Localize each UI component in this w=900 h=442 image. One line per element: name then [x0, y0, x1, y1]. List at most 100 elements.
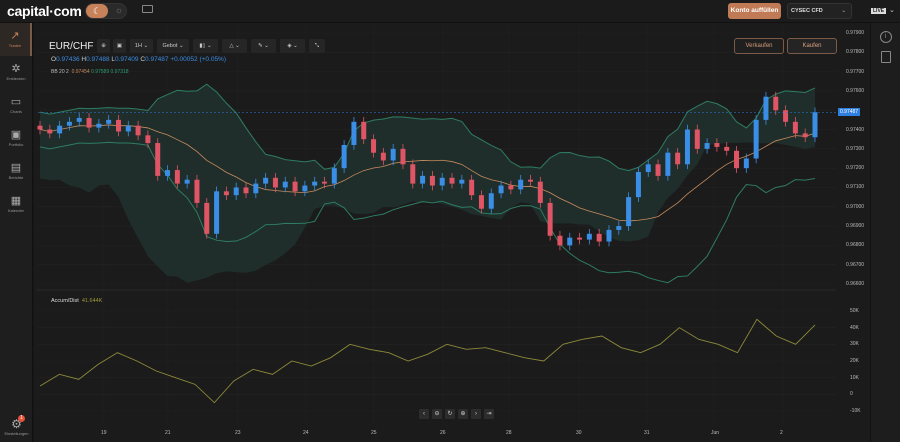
- zoom-out-button[interactable]: ⊖: [432, 409, 442, 419]
- candle-body: [665, 152, 671, 176]
- refresh-icon: ↻: [447, 411, 453, 417]
- skip-end-icon: ⇥: [486, 411, 492, 417]
- candle-body: [272, 177, 278, 188]
- ad-axis-label: 0: [850, 391, 853, 398]
- candle-body: [763, 96, 769, 120]
- chevron-left-icon: ‹: [423, 411, 425, 417]
- candle-body: [214, 191, 220, 234]
- scroll-right-button[interactable]: ›: [471, 409, 481, 419]
- candle-body: [96, 123, 102, 128]
- candle-body: [596, 233, 602, 242]
- layers-select[interactable]: ◈ ⌄: [280, 39, 305, 53]
- candle-body: [361, 121, 367, 140]
- candle-body: [753, 119, 759, 159]
- ohlc-legend: O0.97436 H0.97488 L0.97409 C0.97487 +0.0…: [51, 56, 226, 63]
- chart-settings-button[interactable]: ▣: [113, 39, 126, 53]
- monitor-icon: ▣: [116, 43, 123, 49]
- candle-body: [371, 139, 377, 153]
- price-axis-label: 0.97300: [846, 145, 865, 152]
- price-type-select[interactable]: Gebot ⌄: [157, 39, 189, 53]
- ad-axis-label: 50K: [850, 308, 859, 314]
- price-axis-label: 0.97700: [846, 68, 865, 75]
- bb-fill: [40, 84, 815, 283]
- candle-body: [616, 226, 622, 230]
- scroll-left-button[interactable]: ‹: [419, 409, 429, 419]
- candle-body: [429, 175, 435, 186]
- candle-body: [194, 179, 200, 203]
- candle-body: [302, 185, 308, 192]
- candle-body: [655, 164, 661, 176]
- indicators-select[interactable]: △ ⌄: [222, 39, 247, 53]
- candle-body: [400, 148, 406, 165]
- time-axis-label: 21: [165, 430, 171, 436]
- candle-body: [135, 125, 141, 136]
- candle-body: [626, 197, 632, 227]
- price-axis-label: 0.96900: [846, 223, 865, 230]
- candle-body: [459, 179, 465, 184]
- drawing-select[interactable]: ✎ ⌄: [251, 39, 276, 53]
- candle-body: [508, 185, 514, 190]
- buy-button[interactable]: Kaufen: [787, 38, 837, 54]
- candle-body: [694, 129, 700, 149]
- candle-body: [145, 135, 151, 144]
- candle-body: [439, 177, 445, 186]
- time-axis-label: 2: [780, 430, 783, 436]
- ad-label: Accum/Dist: [51, 298, 79, 304]
- candle-body: [410, 164, 416, 184]
- chart-type-select[interactable]: ▮▯ ⌄: [193, 39, 218, 53]
- add-compare-button[interactable]: ⊕: [97, 39, 110, 53]
- candle-body: [734, 150, 740, 169]
- pencil-icon: ✎: [258, 43, 263, 49]
- bb-legend: BB 20 2 0.97454 0.97589 0.97318: [51, 69, 129, 75]
- candle-body: [380, 152, 386, 161]
- time-axis-label: 28: [506, 430, 512, 436]
- ad-axis-label: 30K: [850, 341, 859, 348]
- price-axis-label: 0.96700: [846, 261, 865, 268]
- candle-body: [76, 117, 82, 122]
- fullscreen-button[interactable]: ⤡: [309, 39, 325, 53]
- collapse-icon: ⤡: [314, 43, 320, 49]
- candle-body: [174, 170, 180, 184]
- zoom-in-button[interactable]: ⊕: [458, 409, 468, 419]
- zoom-out-icon: ⊖: [434, 411, 440, 417]
- candle-body: [57, 125, 63, 134]
- candle-body: [165, 170, 171, 176]
- candle-body: [331, 168, 337, 184]
- reset-button[interactable]: ↻: [445, 409, 455, 419]
- candle-body: [478, 195, 484, 209]
- candle-body: [792, 121, 798, 134]
- candle-body: [223, 191, 229, 196]
- time-axis-label: 26: [440, 430, 446, 436]
- candle-body: [567, 237, 573, 246]
- candle-body: [684, 129, 690, 165]
- triangle-icon: △: [229, 43, 234, 49]
- time-axis-label: 19: [101, 430, 107, 436]
- sell-button[interactable]: Verkaufen: [734, 38, 784, 54]
- bb-lower-value: 0.97318: [110, 69, 129, 75]
- bb-upper-value: 0.97589: [91, 69, 110, 75]
- candle-body: [557, 235, 563, 246]
- high-value: 0.97488: [86, 56, 110, 63]
- candle-body: [321, 181, 327, 184]
- candle-body: [253, 183, 259, 194]
- candle-body: [537, 181, 543, 203]
- candle-body: [488, 193, 494, 209]
- interval-value: 1H: [134, 43, 142, 49]
- symbol-title[interactable]: EUR/CHF: [49, 41, 93, 52]
- candle-body: [812, 112, 818, 138]
- candle-body: [37, 125, 43, 130]
- candle-body: [704, 143, 710, 149]
- time-axis-label: 25: [371, 430, 377, 436]
- layers-icon: ◈: [287, 43, 292, 49]
- interval-select[interactable]: 1H ⌄: [130, 39, 153, 53]
- price-axis-label: 0.97800: [846, 49, 865, 56]
- scroll-to-end-button[interactable]: ⇥: [484, 409, 494, 419]
- ad-axis-label: 40K: [850, 324, 859, 331]
- candle-body: [724, 146, 730, 151]
- candle-body: [86, 117, 92, 128]
- price-chart[interactable]: [0, 0, 900, 442]
- candle-body: [802, 133, 808, 138]
- last-price-label: 0.97487: [838, 108, 861, 116]
- candle-body: [390, 148, 396, 161]
- candle-body: [518, 179, 524, 190]
